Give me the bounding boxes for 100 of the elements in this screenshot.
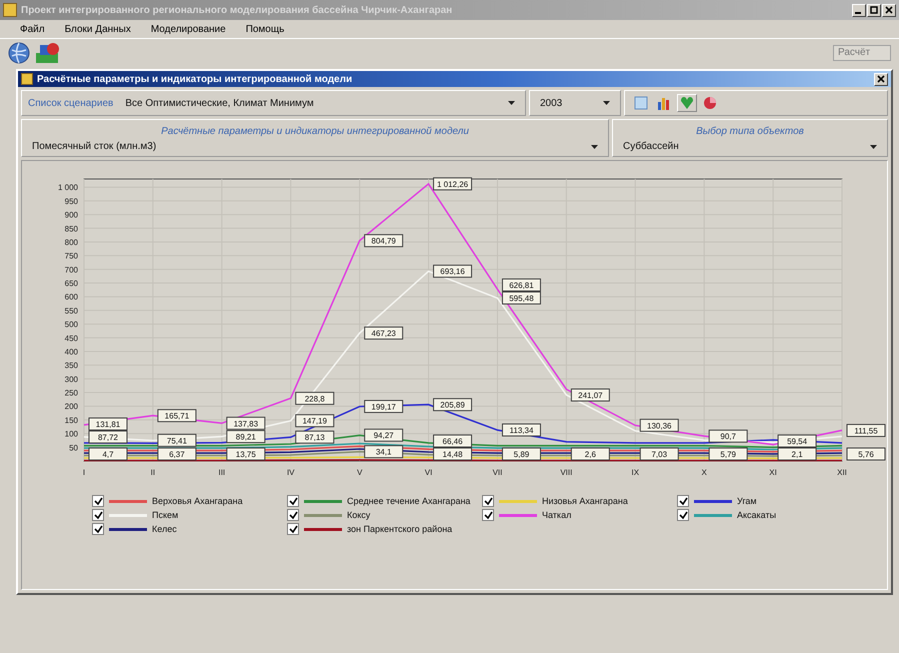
checkbox[interactable] — [92, 495, 104, 507]
parameter-dropdown[interactable]: Помесячный сток (млн.м3) — [28, 141, 602, 152]
menu-item[interactable]: Блоки Данных — [56, 24, 139, 34]
data-label: 1 012,26 — [432, 177, 472, 190]
annotation: 87,72 — [97, 432, 118, 442]
y-tick-label: 400 — [64, 347, 78, 356]
legend-label: Верховья Ахангарана — [152, 496, 243, 506]
data-label: 87,13 — [294, 430, 334, 444]
checkbox[interactable] — [482, 509, 494, 521]
annotation: 137,83 — [233, 419, 258, 428]
checkbox[interactable] — [287, 509, 299, 521]
y-tick-label: 600 — [64, 292, 78, 302]
annotation: 2,1 — [791, 450, 803, 459]
menu-item[interactable]: Моделирование — [142, 24, 234, 34]
data-label: 59,54 — [777, 434, 816, 448]
checkbox[interactable] — [287, 495, 299, 507]
close-icon — [877, 75, 885, 83]
x-tick-label: XI — [768, 468, 776, 477]
annotation: 113,34 — [509, 426, 534, 435]
data-label: 595,48 — [501, 291, 540, 304]
parameters-heading: Расчётные параметры и индикаторы интегрированной модели — [160, 126, 470, 137]
line-chart-button[interactable] — [677, 94, 697, 112]
legend-label: Аксакаты — [737, 510, 776, 520]
globe-button[interactable] — [8, 42, 30, 64]
data-blocks-button[interactable] — [34, 41, 62, 65]
y-tick-label: 850 — [64, 224, 78, 234]
x-tick-label: VIII — [560, 468, 572, 477]
data-label: 199,17 — [364, 400, 403, 413]
y-tick-label: 450 — [64, 334, 78, 343]
close-button[interactable] — [882, 4, 896, 16]
annotation: 2,6 — [584, 450, 596, 459]
object-type-dropdown[interactable]: Суббассейн — [619, 141, 881, 152]
data-label: 34,1 — [364, 445, 403, 458]
year-dropdown[interactable]: 2003 — [536, 95, 614, 111]
annotation: 5,79 — [720, 450, 736, 459]
annotation: 5,89 — [513, 450, 530, 459]
window-icon — [21, 73, 33, 85]
heart-icon — [680, 96, 694, 110]
y-tick-label: 750 — [64, 252, 78, 261]
scenario-dropdown[interactable]: Все Оптимистические, Климат Минимум — [121, 95, 519, 111]
data-label: 4,7 — [88, 448, 127, 460]
y-tick-label: 500 — [64, 320, 78, 330]
y-tick-label: 800 — [64, 238, 78, 247]
data-label: 66,46 — [432, 434, 472, 448]
x-tick-label: VI — [424, 468, 432, 477]
restore-icon — [870, 6, 878, 14]
annotation: 147,19 — [302, 416, 328, 426]
annotation: 595,48 — [508, 294, 534, 303]
data-label: 87,72 — [88, 430, 127, 444]
legend-label: зон Паркентского района — [347, 524, 452, 534]
x-tick-label: VII — [492, 468, 502, 477]
data-label: 467,23 — [364, 326, 403, 340]
y-tick-label: 100 — [64, 430, 78, 439]
checkbox[interactable] — [677, 495, 689, 507]
close-button[interactable] — [874, 72, 888, 86]
dropdown-arrow-icon — [603, 101, 610, 105]
minimize-button[interactable] — [852, 4, 866, 16]
y-tick-label: 50 — [68, 443, 78, 452]
restore-button[interactable] — [867, 4, 881, 16]
child-window-title: Расчётные параметры и индикаторы интегрированной модели — [37, 74, 352, 84]
data-label: 6,37 — [156, 448, 196, 460]
data-label: 241,07 — [570, 388, 610, 402]
dropdown-arrow-icon — [508, 101, 515, 105]
annotation: 13,75 — [235, 450, 256, 459]
checkbox[interactable] — [92, 509, 104, 521]
menu-item[interactable]: Помощь — [238, 24, 292, 34]
data-label: 2,1 — [777, 448, 816, 460]
data-label: 693,16 — [432, 264, 472, 278]
data-label: 5,79 — [708, 448, 748, 460]
data-label: 75,41 — [156, 434, 196, 447]
data-label: 626,81 — [501, 278, 540, 292]
window-title: Проект интегрированного регионального моделирования бассейна Чирчик-Ахангаран — [21, 4, 452, 16]
annotation: 75,41 — [166, 436, 187, 446]
annotation: 4,7 — [102, 450, 114, 459]
data-label: 7,03 — [639, 448, 678, 460]
menu-item[interactable]: Файл — [12, 24, 53, 34]
legend-label: Низовья Ахангарана — [542, 496, 628, 506]
data-label: 130,36 — [639, 418, 678, 432]
checkbox[interactable] — [92, 523, 104, 535]
annotation: 5,76 — [858, 450, 874, 459]
annotation: 14,48 — [442, 450, 463, 459]
legend-label: Угам — [737, 496, 757, 506]
data-label: 137,83 — [226, 416, 265, 430]
annotation: 66,46 — [442, 437, 463, 446]
x-tick-label: II — [150, 468, 155, 477]
pie-chart-icon — [703, 96, 717, 110]
legend-label: Среднее течение Ахангарана — [347, 496, 470, 506]
annotation: 89,21 — [235, 432, 256, 442]
checkbox[interactable] — [482, 495, 494, 507]
annotation: 1 012,26 — [436, 180, 468, 189]
x-tick-label: XII — [836, 468, 846, 477]
checkbox[interactable] — [677, 509, 689, 521]
object-type-heading: Выбор типа объектов — [695, 126, 805, 137]
checkbox[interactable] — [287, 523, 299, 535]
x-tick-label: I — [82, 468, 85, 477]
y-tick-label: 550 — [64, 306, 78, 316]
annotation: 804,79 — [370, 236, 396, 246]
annotation: 90,7 — [720, 432, 736, 442]
scenario-label: Список сценариев — [28, 98, 114, 108]
annotation: 111,55 — [854, 426, 878, 436]
